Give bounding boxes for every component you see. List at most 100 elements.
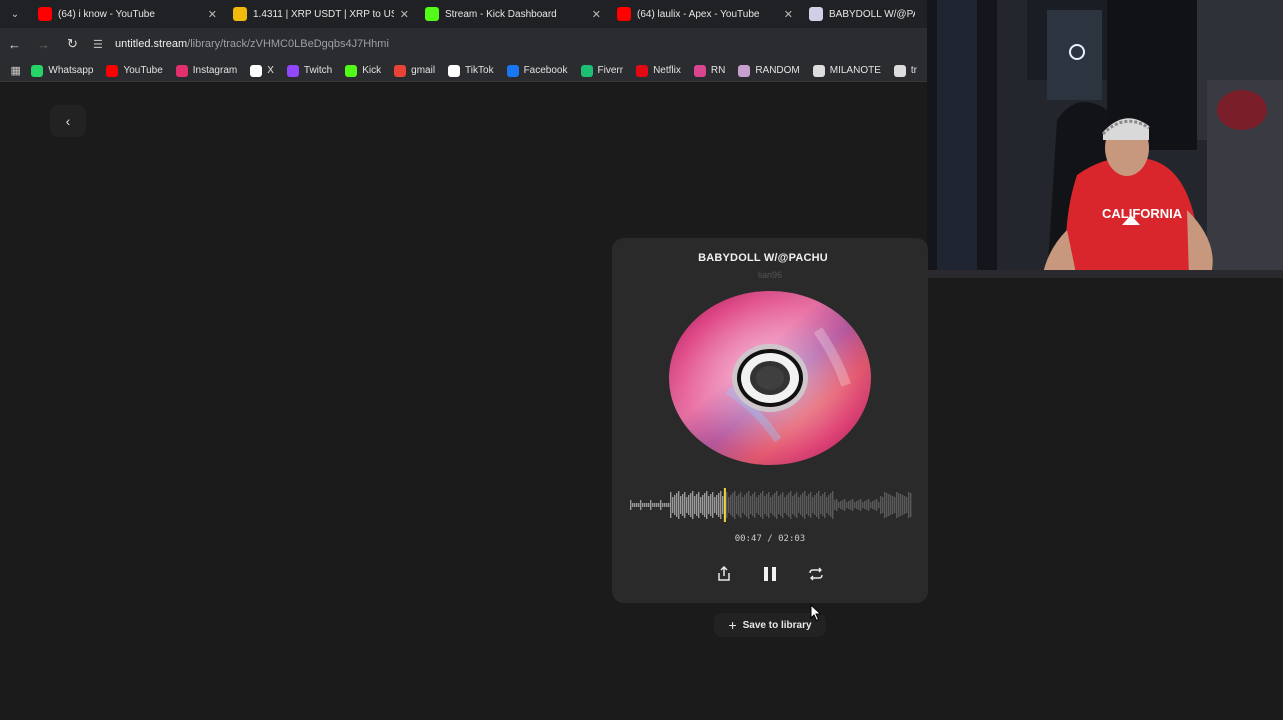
waveform-bar	[844, 499, 846, 511]
pause-button[interactable]	[760, 564, 780, 584]
waveform-bar	[814, 495, 816, 515]
bookmark-youtube[interactable]: YouTube	[106, 64, 163, 77]
waveform-bar	[820, 496, 822, 514]
waveform-bar	[678, 491, 680, 519]
waveform-bar	[796, 492, 798, 518]
waveform-bar	[766, 494, 768, 516]
waveform-bar	[828, 495, 830, 515]
close-tab-icon[interactable]: ✕	[592, 8, 601, 21]
repeat-icon	[809, 567, 823, 581]
waveform-bar	[892, 496, 894, 514]
waveform-bar	[652, 503, 654, 507]
player-card: BABYDOLL W/@PACHU lian96 00:47 / 02:03	[612, 238, 928, 603]
bookmark-facebook[interactable]: Facebook	[506, 64, 568, 77]
waveform-bar	[906, 497, 908, 513]
bookmark-netflix[interactable]: Netflix	[636, 64, 681, 77]
waveform-bar	[842, 500, 844, 510]
reload-icon[interactable]: ↻	[58, 28, 87, 60]
random-icon	[738, 64, 751, 77]
webcam-overlay: CALIFORNIA	[927, 0, 1283, 278]
waveform-bar	[712, 492, 714, 518]
waveform-bar	[752, 494, 754, 516]
bookmark-gmail[interactable]: gmail	[394, 64, 435, 77]
waveform-bar	[682, 494, 684, 516]
waveform-bar	[646, 503, 648, 507]
tab-4[interactable]: (64) laulix - Apex - YouTube ✕	[609, 0, 801, 28]
playback-time: 00:47 / 02:03	[734, 534, 806, 544]
repeat-button[interactable]	[806, 564, 826, 584]
tab-3[interactable]: Stream - Kick Dashboard ✕	[417, 0, 609, 28]
kick-icon	[345, 64, 358, 77]
tab-1[interactable]: (64) i know - YouTube ✕	[30, 0, 225, 28]
webcam-image: CALIFORNIA	[927, 0, 1283, 278]
bookmark-x[interactable]: X	[250, 64, 274, 77]
waveform-bar	[656, 503, 658, 507]
waveform-bar	[802, 493, 804, 517]
waveform-bar	[772, 495, 774, 515]
tiktok-icon	[448, 64, 461, 77]
waveform-bar	[898, 493, 900, 517]
tab-search-chevron-icon[interactable]: ⌄	[0, 0, 30, 28]
youtube-icon	[106, 64, 119, 77]
bookmark-whatsapp[interactable]: Whatsapp	[31, 64, 93, 77]
bookmark-tr[interactable]: tr	[893, 64, 917, 77]
address-bar[interactable]: ☰ untitled.stream/library/track/zVHMC0LB…	[93, 32, 920, 56]
tab-2[interactable]: 1.4311 | XRP USDT | XRP to USD ✕	[225, 0, 417, 28]
waveform-bar	[718, 493, 720, 517]
chevron-left-icon: ‹	[65, 113, 71, 129]
waveform-bar	[910, 493, 912, 517]
bookmark-tiktok[interactable]: TikTok	[448, 64, 494, 77]
waveform-bar	[758, 495, 760, 515]
bookmark-milanote[interactable]: MILANOTE	[812, 64, 881, 77]
close-tab-icon[interactable]: ✕	[400, 8, 409, 21]
player-controls	[612, 564, 928, 584]
waveform-bar	[640, 500, 642, 510]
waveform-bar	[666, 503, 668, 507]
waveform-bar	[878, 502, 880, 508]
waveform-bar	[896, 492, 898, 518]
waveform-scrubber[interactable]	[630, 488, 912, 522]
bookmark-rn[interactable]: RN	[693, 64, 725, 77]
bookmark-fiverr[interactable]: Fiverr	[580, 64, 623, 77]
waveform-bar	[684, 492, 686, 518]
apps-grid-icon[interactable]: ▦	[0, 64, 31, 77]
waveform-bar	[908, 492, 910, 518]
waveform-bar	[838, 502, 840, 508]
waveform-bar	[834, 500, 836, 510]
waveform-bar	[846, 502, 848, 508]
track-artist[interactable]: lian96	[612, 270, 928, 280]
waveform-bar	[806, 496, 808, 514]
bookmark-instagram[interactable]: Instagram	[175, 64, 237, 77]
waveform-bar	[850, 500, 852, 510]
bookmark-twitch[interactable]: Twitch	[286, 64, 332, 77]
bookmark-label: Facebook	[523, 65, 568, 76]
waveform-bar	[812, 497, 814, 513]
tab-5[interactable]: BABYDOLL W/@PACHU	[801, 0, 923, 28]
close-tab-icon[interactable]: ✕	[208, 8, 217, 21]
tab-title: 1.4311 | XRP USDT | XRP to USD	[253, 8, 394, 20]
waveform-bar	[854, 502, 856, 508]
forward-arrow-icon[interactable]: →	[29, 28, 58, 60]
waveform-bar	[860, 499, 862, 511]
close-tab-icon[interactable]: ✕	[784, 8, 793, 21]
back-arrow-icon[interactable]: ←	[0, 28, 29, 60]
waveform-bar	[732, 493, 734, 517]
fiverr-icon	[580, 64, 593, 77]
waveform-bar	[804, 491, 806, 519]
cd-disc-artwork	[669, 291, 871, 465]
waveform-bar	[762, 491, 764, 519]
waveform-bar	[696, 494, 698, 516]
site-settings-icon[interactable]: ☰	[93, 38, 115, 51]
waveform-bar	[648, 503, 650, 507]
bookmark-random[interactable]: RANDOM	[738, 64, 800, 77]
waveform-bar	[634, 503, 636, 507]
waveform-bar	[902, 495, 904, 515]
back-button[interactable]: ‹	[50, 105, 86, 137]
whatsapp-icon	[31, 64, 44, 77]
share-button[interactable]	[714, 564, 734, 584]
bookmark-kick[interactable]: Kick	[345, 64, 381, 77]
waveform-bar	[664, 503, 666, 507]
bookmark-label: TikTok	[465, 65, 494, 76]
waveform-bar	[726, 492, 728, 518]
waveform-bar	[884, 492, 886, 518]
